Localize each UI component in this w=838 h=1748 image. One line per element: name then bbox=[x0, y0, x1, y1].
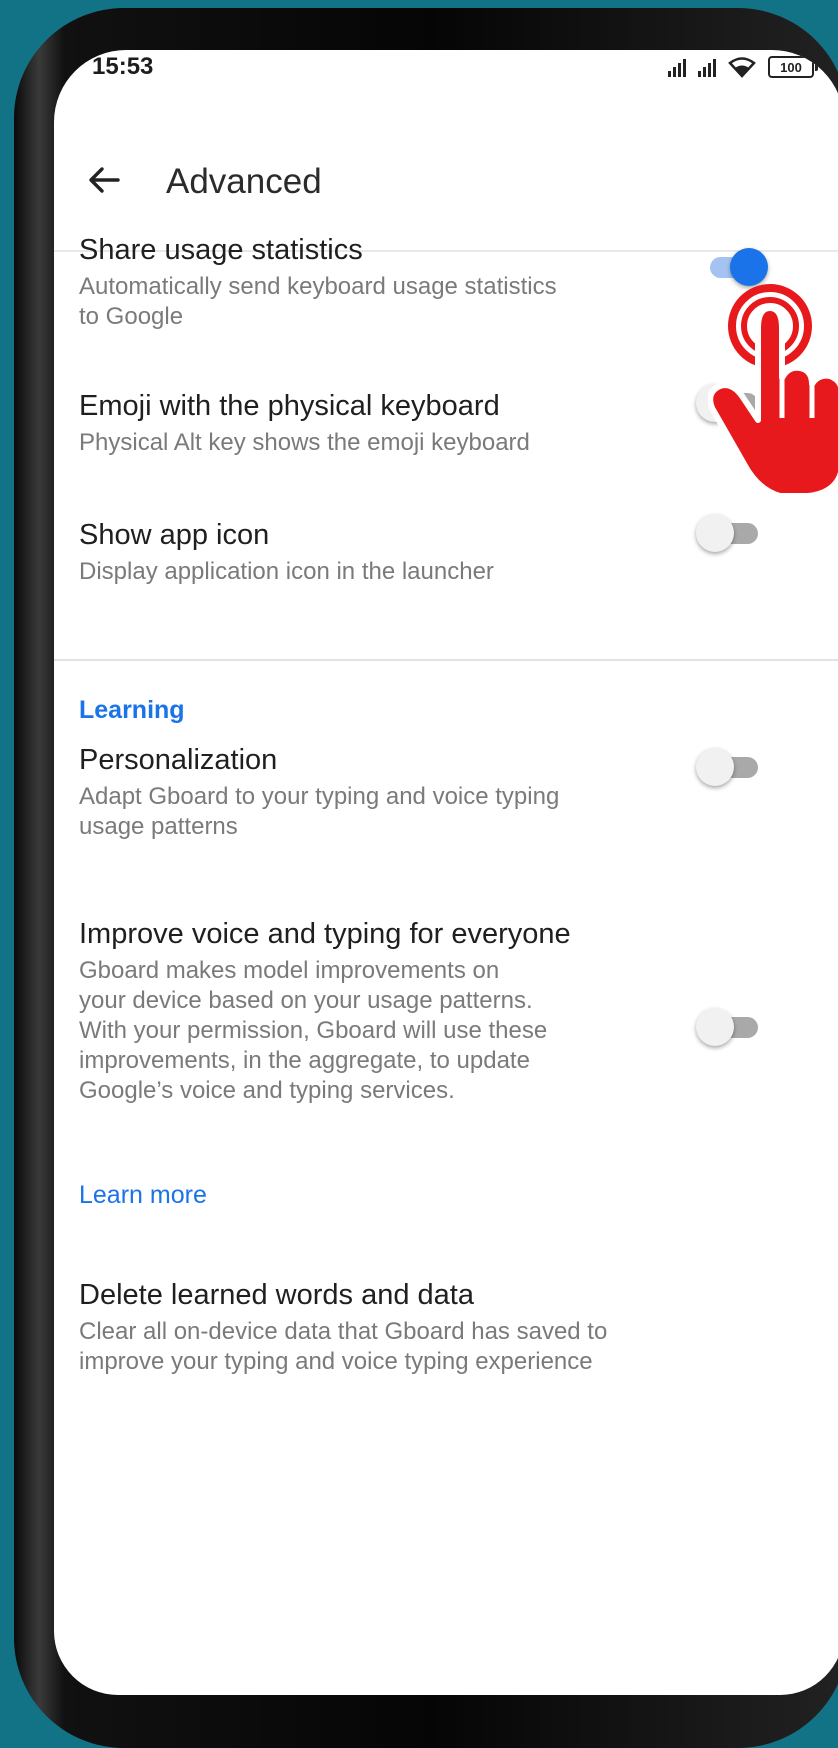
setting-title: Improve voice and typing for everyone bbox=[79, 918, 571, 950]
setting-share-usage[interactable]: Share usage statistics Automatically sen… bbox=[79, 232, 799, 332]
setting-title: Emoji with the physical keyboard bbox=[79, 390, 500, 422]
setting-title: Show app icon bbox=[79, 519, 270, 551]
wifi-icon bbox=[728, 57, 756, 78]
status-icons: 100 bbox=[668, 56, 818, 78]
signal-icon bbox=[698, 57, 716, 77]
setting-subtitle: Gboard makes model improvements on your … bbox=[79, 957, 548, 1104]
setting-subtitle: Adapt Gboard to your typing and voice ty… bbox=[79, 783, 560, 840]
setting-title: Delete learned words and data bbox=[79, 1279, 474, 1311]
arrow-left-icon[interactable] bbox=[84, 160, 124, 200]
improve-voice-typing-toggle[interactable] bbox=[696, 1004, 760, 1050]
setting-personalization[interactable]: Personalization Adapt Gboard to your typ… bbox=[79, 742, 799, 842]
show-app-icon-toggle[interactable] bbox=[696, 510, 760, 556]
personalization-toggle[interactable] bbox=[696, 744, 760, 790]
section-divider bbox=[54, 659, 838, 661]
setting-show-app-icon[interactable]: Show app icon Display application icon i… bbox=[79, 517, 799, 587]
status-bar: 15:53 100 bbox=[54, 50, 838, 120]
page-title: Advanced bbox=[166, 162, 322, 201]
section-header-learning: Learning bbox=[79, 696, 185, 724]
setting-subtitle: Clear all on-device data that Gboard has… bbox=[79, 1318, 608, 1375]
battery-icon: 100 bbox=[768, 56, 818, 78]
setting-delete-learned-data[interactable]: Delete learned words and data Clear all … bbox=[79, 1277, 799, 1377]
setting-subtitle: Automatically send keyboard usage statis… bbox=[79, 273, 557, 330]
setting-improve-voice-typing[interactable]: Improve voice and typing for everyone Gb… bbox=[79, 916, 799, 1106]
setting-subtitle: Display application icon in the launcher bbox=[79, 558, 494, 585]
status-time: 15:53 bbox=[92, 53, 154, 80]
signal-icon bbox=[668, 57, 686, 77]
setting-emoji-physical-keyboard[interactable]: Emoji with the physical keyboard Physica… bbox=[79, 388, 799, 458]
tap-hand-icon bbox=[708, 284, 838, 498]
setting-title: Share usage statistics bbox=[79, 234, 363, 266]
setting-title: Personalization bbox=[79, 744, 278, 776]
learn-more-link[interactable]: Learn more bbox=[79, 1181, 207, 1210]
setting-subtitle: Physical Alt key shows the emoji keyboar… bbox=[79, 429, 530, 456]
